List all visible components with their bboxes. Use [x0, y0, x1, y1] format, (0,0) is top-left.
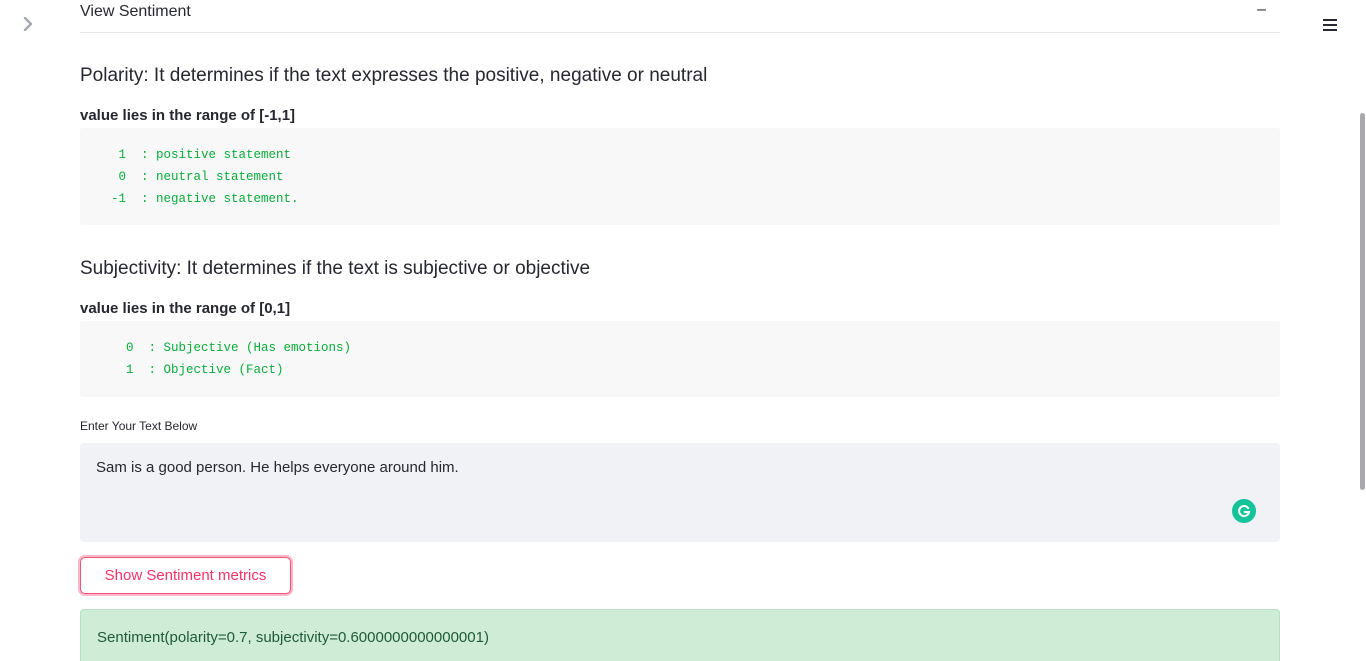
sentiment-result-text: Sentiment(polarity=0.7, subjectivity=0.6…: [97, 629, 489, 646]
main-menu-button[interactable]: [1320, 15, 1340, 35]
text-input-area[interactable]: Sam is a good person. He helps everyone …: [80, 443, 1280, 542]
grammarly-g-glyph: [1238, 505, 1251, 518]
grammarly-icon[interactable]: [1232, 499, 1256, 523]
text-input-label: Enter Your Text Below: [80, 419, 198, 433]
hamburger-menu-icon: [1323, 19, 1337, 31]
code-line: 1 : positive statement: [96, 148, 292, 162]
collapse-icon[interactable]: –: [1257, 1, 1266, 19]
scrollbar-thumb[interactable]: [1360, 113, 1365, 490]
sentiment-result-alert: Sentiment(polarity=0.7, subjectivity=0.6…: [80, 609, 1280, 661]
polarity-range-subheading: value lies in the range of [-1,1]: [80, 107, 296, 124]
subjectivity-heading: Subjectivity: It determines if the text …: [80, 258, 591, 279]
polarity-heading: Polarity: It determines if the text expr…: [80, 65, 708, 86]
sidebar-toggle-button[interactable]: [18, 14, 38, 34]
chevron-right-icon: [23, 17, 33, 31]
subjectivity-range-subheading: value lies in the range of [0,1]: [80, 300, 291, 317]
subjectivity-code-block: 0 : Subjective (Has emotions) 1 : Object…: [80, 321, 1280, 397]
code-line: 0 : neutral statement: [96, 170, 284, 184]
show-sentiment-metrics-button[interactable]: Show Sentiment metrics: [80, 557, 291, 594]
code-line: 0 : Subjective (Has emotions): [96, 341, 352, 355]
code-line: -1 : negative statement.: [96, 192, 299, 206]
text-input-value[interactable]: Sam is a good person. He helps everyone …: [96, 459, 459, 476]
polarity-code-block: 1 : positive statement 0 : neutral state…: [80, 128, 1280, 225]
code-line: 1 : Objective (Fact): [96, 363, 284, 377]
view-sentiment-expander[interactable]: View Sentiment –: [80, 0, 1280, 33]
expander-title: View Sentiment: [80, 3, 191, 20]
